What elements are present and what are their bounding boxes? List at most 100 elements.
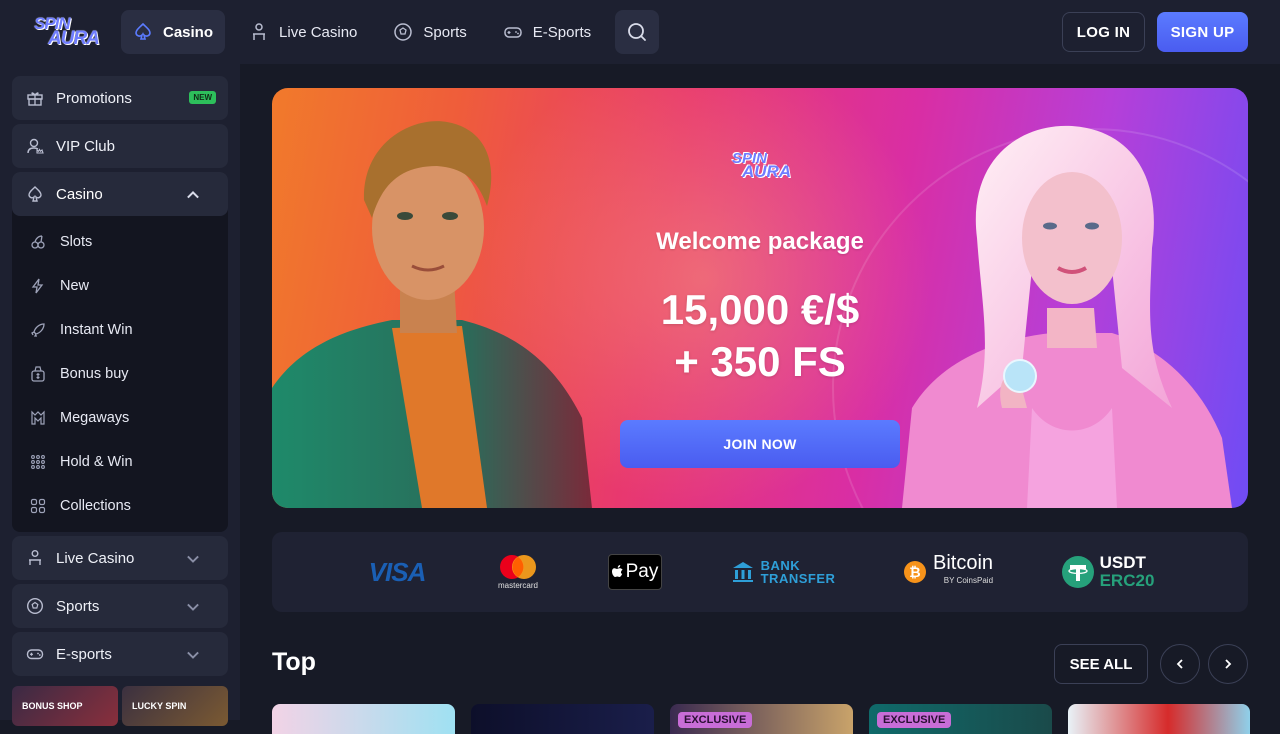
sidebar: Promotions NEW VIP Club Casino Slots New… [0, 64, 240, 726]
payment-methods-bar: VISA mastercard Pay BANK TRANSFER ₿ Bitc… [272, 532, 1248, 612]
game-tile[interactable] [471, 704, 654, 734]
nav-live-casino[interactable]: Live Casino [237, 10, 369, 54]
chevron-down-icon [187, 555, 199, 563]
bag-icon [31, 366, 45, 382]
male-model-image [272, 121, 592, 508]
usdt-text: USDT ERC20 [1100, 554, 1155, 590]
submenu-item-hold-and-win[interactable]: Hold & Win [30, 444, 220, 480]
bank-transfer-text: BANK TRANSFER [761, 559, 836, 585]
usdt-logo: USDT ERC20 [1058, 532, 1158, 612]
welcome-banner[interactable]: SPIN AURA Welcome package 15,000 €/$ + 3… [272, 88, 1248, 508]
submenu-item-instant-win[interactable]: Instant Win [30, 312, 220, 348]
submenu-item-slots[interactable]: Slots [30, 224, 220, 260]
sidebar-item-promotions[interactable]: Promotions NEW [12, 76, 228, 120]
apple-icon [611, 565, 623, 577]
bonus-shop-tile[interactable]: BONUS SHOP [12, 686, 118, 726]
nav-sports[interactable]: Sports [381, 10, 478, 54]
bank-transfer-logo: BANK TRANSFER [728, 532, 838, 612]
sidebar-item-label: VIP Club [56, 137, 115, 155]
login-button[interactable]: LOG IN [1062, 12, 1145, 52]
main-content: SPIN AURA Welcome package 15,000 €/$ + 3… [240, 64, 1280, 734]
game-tile[interactable] [1068, 704, 1250, 734]
casino-submenu: Casino Slots New Instant Win Bonus buy M… [12, 172, 228, 532]
bank-text-line2: TRANSFER [760, 571, 836, 586]
submenu-item-label: Instant Win [60, 322, 133, 338]
user-crown-icon [27, 138, 44, 154]
sidebar-item-sports[interactable]: Sports [12, 584, 228, 628]
nav-casino[interactable]: Casino [121, 10, 226, 54]
mastercard-icon [500, 555, 536, 579]
banner-amount: 15,000 €/$ + 350 FS [560, 284, 960, 388]
lightning-icon [31, 278, 44, 294]
submenu-item-label: Bonus buy [60, 366, 129, 382]
sidebar-item-esports[interactable]: E-sports [12, 632, 228, 676]
prev-arrow-button[interactable] [1160, 644, 1200, 684]
submenu-item-collections[interactable]: Collections [30, 488, 220, 524]
nav-live-casino-label: Live Casino [279, 23, 358, 41]
chevron-up-icon [187, 190, 199, 199]
squares-grid-icon [30, 498, 46, 514]
soccer-ball-icon [394, 23, 413, 41]
top-bar: SPIN AURA Casino Live Casino Sports E-Sp… [0, 0, 1280, 64]
visa-logo: VISA [362, 532, 432, 612]
join-now-button[interactable]: JOIN NOW [620, 420, 900, 468]
gamepad-icon [26, 649, 44, 660]
bitcoin-logo: ₿ Bitcoin BY CoinsPaid [898, 532, 998, 612]
bank-icon [732, 562, 753, 582]
next-arrow-button[interactable] [1208, 644, 1248, 684]
submenu-item-new[interactable]: New [30, 268, 220, 304]
bitcoin-text: Bitcoin BY CoinsPaid [932, 552, 994, 590]
sidebar-item-live-casino[interactable]: Live Casino [12, 536, 228, 580]
lucky-spin-label: LUCKY SPIN [132, 701, 187, 711]
nav-esports-label: E-Sports [532, 23, 592, 41]
banner-title: Welcome package [656, 228, 864, 255]
game-tile[interactable]: EXCLUSIVE [869, 704, 1052, 734]
see-all-button[interactable]: SEE ALL [1054, 644, 1148, 684]
coinspaid-label: BY CoinsPaid [943, 576, 994, 585]
sidebar-promo-thumbs: BONUS SHOP LUCKY SPIN [12, 686, 228, 726]
submenu-item-label: Hold & Win [60, 454, 133, 470]
logo-text-bottom: AURA [48, 28, 100, 49]
mastercard-logo: mastercard [492, 532, 544, 612]
search-button[interactable] [615, 10, 660, 54]
dealer-icon [253, 23, 266, 40]
submenu-item-label: Slots [60, 234, 93, 250]
gamepad-icon [504, 27, 522, 38]
bitcoin-label: Bitcoin [932, 552, 994, 574]
sidebar-item-vip-club[interactable]: VIP Club [12, 124, 228, 168]
top-section-title: Top [272, 648, 316, 676]
submenu-item-label: Collections [60, 498, 131, 514]
tether-icon [1061, 556, 1094, 588]
signup-button[interactable]: SIGN UP [1157, 12, 1248, 52]
banner-logo-bottom: AURA [742, 162, 792, 181]
apple-pay-text: Pay [625, 561, 659, 582]
spade-icon [135, 22, 151, 40]
banner-amount-line2: + 350 FS [674, 338, 846, 385]
lucky-spin-tile[interactable]: LUCKY SPIN [122, 686, 228, 726]
exclusive-badge: EXCLUSIVE [678, 712, 753, 728]
submenu-item-label: New [60, 278, 90, 294]
nav-casino-label: Casino [163, 23, 214, 41]
sidebar-item-label: Promotions [56, 89, 132, 107]
submenu-item-bonus-buy[interactable]: Bonus buy [30, 356, 220, 392]
nav-esports[interactable]: E-Sports [491, 10, 603, 54]
submenu-item-label: Megaways [60, 410, 130, 426]
dealer-icon [29, 550, 41, 565]
apple-pay-logo: Pay [608, 532, 662, 612]
new-badge: NEW [189, 91, 216, 104]
game-tile[interactable] [272, 704, 455, 734]
chevron-down-icon [187, 651, 199, 659]
brand-logo[interactable]: SPIN AURA [30, 14, 100, 50]
main-nav: Casino Live Casino Sports E-Sports [121, 10, 660, 54]
nav-sports-label: Sports [423, 23, 467, 41]
sidebar-item-label: E-sports [56, 645, 112, 663]
sidebar-item-casino[interactable]: Casino [12, 172, 228, 216]
submenu-item-megaways[interactable]: Megaways [30, 400, 220, 436]
erc20-label: ERC20 [1099, 571, 1155, 590]
game-tile[interactable]: EXCLUSIVE [670, 704, 853, 734]
chevron-right-icon [1225, 659, 1232, 669]
cherries-icon [31, 235, 45, 249]
sidebar-item-label: Live Casino [56, 549, 135, 567]
megaways-icon [31, 410, 45, 425]
sidebar-item-label: Casino [56, 185, 103, 203]
